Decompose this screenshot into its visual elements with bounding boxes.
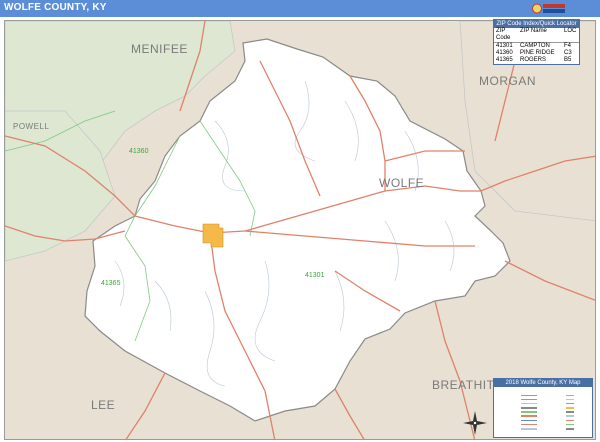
zip-loc-cell: B5 — [564, 57, 572, 63]
zip-label-41365: 41365 — [101, 280, 121, 287]
zip-loc-cell: C3 — [564, 50, 572, 56]
map-legend: 2018 Wolfe County, KY Map — [493, 378, 593, 438]
column-header-name: ZIP Name — [520, 28, 547, 34]
compass-rose-icon — [462, 410, 488, 436]
county-label-menifee: MENIFEE — [131, 42, 188, 56]
zip-label-41301: 41301 — [305, 272, 325, 279]
county-label-wolfe: WOLFE — [379, 176, 424, 190]
zip-code-cell: 41301 — [496, 43, 513, 49]
table-row: 41360 PINE RIDGE C3 — [494, 50, 579, 57]
zip-name-cell: ROGERS — [520, 57, 547, 63]
map-page: WOLFE COUNTY, KY MENIFEE POWELL MORGAN W… — [0, 0, 600, 442]
zip-loc-cell: F4 — [564, 43, 572, 49]
legend-title: 2018 Wolfe County, KY Map — [494, 379, 592, 387]
zip-table-column-headers: ZIP Code ZIP Name LOC — [494, 28, 579, 43]
zip-name-cell: PINE RIDGE — [520, 50, 555, 56]
table-row: 41365 ROGERS B5 — [494, 57, 579, 64]
zip-name-cell: CAMPTON — [520, 43, 550, 49]
map-title: WOLFE COUNTY, KY — [4, 2, 107, 13]
county-label-breathitt: BREATHITT — [432, 378, 502, 392]
legend-row — [496, 427, 590, 431]
zip-quick-locator: ZIP Code Index/Quick Locator ZIP Code ZI… — [493, 19, 580, 65]
county-label-powell: POWELL — [13, 122, 49, 131]
zip-table-header: ZIP Code Index/Quick Locator — [494, 20, 579, 28]
county-label-lee: LEE — [91, 398, 115, 412]
publisher-logo — [532, 2, 568, 15]
title-bar: WOLFE COUNTY, KY — [0, 0, 600, 17]
column-header-zip: ZIP Code — [496, 28, 511, 41]
county-label-morgan: MORGAN — [479, 74, 536, 88]
zip-code-cell: 41360 — [496, 50, 513, 56]
zip-label-41360: 41360 — [129, 148, 149, 155]
legend-rows — [496, 393, 590, 431]
table-row: 41301 CAMPTON F4 — [494, 43, 579, 50]
zip-code-cell: 41365 — [496, 57, 513, 63]
column-header-loc: LOC — [564, 28, 577, 34]
map-frame[interactable]: MENIFEE POWELL MORGAN WOLFE BREATHITT LE… — [4, 20, 596, 440]
